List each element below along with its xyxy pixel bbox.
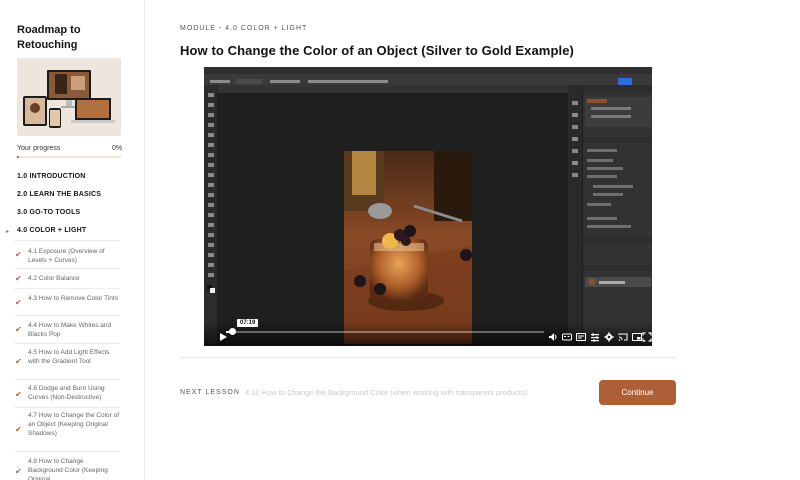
video-seek-bar[interactable]	[226, 331, 544, 333]
next-lesson-label: NEXT LESSON	[180, 389, 240, 396]
sidebar-lesson-label: 4.5 How to Add Light Effects with the Gr…	[28, 349, 110, 365]
sidebar-lesson-4-5[interactable]: ✔ 4.5 How to Add Light Effects with the …	[14, 343, 120, 379]
course-sidebar: Roadmap to Retouching Your progress 0% 1…	[0, 0, 145, 480]
page-title: How to Change the Color of an Object (Si…	[180, 43, 574, 58]
sidebar-lesson-label: 4.8 How to Change Background Color (Keep…	[28, 458, 108, 480]
course-thumbnail	[17, 58, 121, 136]
progress-percent: 0%	[112, 145, 123, 152]
cast-icon[interactable]	[618, 329, 628, 346]
section-go-to-tools[interactable]: 3.0 GO-TO TOOLS	[17, 209, 80, 216]
section-color-light[interactable]: 4.0 COLOR + LIGHT	[17, 227, 86, 234]
sidebar-lesson-label: 4.4 How to Make Whites and Blacks Pop	[28, 322, 112, 338]
check-icon: ✔	[15, 390, 22, 399]
picture-in-picture-icon[interactable]	[632, 329, 642, 346]
sidebar-lesson-label: 4.6 Dodge and Burn Using Curves (Non-Des…	[28, 385, 105, 401]
sidebar-lesson-label: 4.7 How to Change the Color of an Object…	[28, 412, 120, 437]
video-frame-options-bar	[204, 74, 652, 87]
active-section-marker-icon: ▸	[6, 229, 10, 235]
fullscreen-icon[interactable]	[642, 329, 652, 346]
check-icon: ✔	[15, 357, 22, 366]
video-frame-panels	[582, 85, 652, 346]
check-icon: ✔	[15, 250, 22, 259]
video-frame-icon-strip	[568, 85, 582, 346]
sidebar-lesson-label: 4.2 Color Balance	[28, 275, 80, 282]
module-label: MODULE - 4.0 COLOR + LIGHT	[180, 25, 308, 32]
section-introduction[interactable]: 1.0 INTRODUCTION	[17, 173, 86, 180]
captions-icon[interactable]	[562, 329, 572, 346]
sidebar-lesson-4-4[interactable]: ✔ 4.4 How to Make Whites and Blacks Pop	[14, 315, 120, 343]
video-frame-toolbar	[204, 85, 218, 346]
video-frame-tab-bar	[218, 85, 568, 93]
sidebar-lesson-4-7[interactable]: ✔ 4.7 How to Change the Color of an Obje…	[14, 407, 120, 451]
sidebar-lesson-4-2[interactable]: ✔ 4.2 Color Balance	[14, 268, 120, 288]
speed-icon[interactable]	[590, 329, 600, 346]
check-icon: ✔	[15, 325, 22, 334]
section-learn-the-basics[interactable]: 2.0 LEARN THE BASICS	[17, 191, 101, 198]
content-divider	[180, 357, 676, 358]
check-icon: ✔	[15, 298, 22, 307]
sidebar-lesson-label: 4.1 Exposure (Overview of Levels + Curve…	[28, 248, 105, 264]
progress-bar	[17, 156, 121, 158]
play-icon[interactable]	[218, 329, 228, 346]
sidebar-lesson-4-1[interactable]: ✔ 4.1 Exposure (Overview of Levels + Cur…	[14, 240, 120, 268]
sidebar-lesson-label: 4.3 How to Remove Color Tints	[28, 295, 118, 302]
video-frame-menubar	[204, 67, 652, 80]
video-seek-handle[interactable]	[228, 328, 236, 335]
next-lesson-link[interactable]: 4.10 How to Change the Background Color …	[245, 388, 527, 397]
video-frame-canvas	[218, 93, 568, 346]
volume-icon[interactable]	[548, 329, 558, 346]
check-icon: ✔	[15, 425, 22, 434]
video-time-tooltip: 07:19	[237, 319, 259, 327]
video-player[interactable]: 07:19	[204, 67, 652, 346]
cocktail-photo	[344, 151, 472, 344]
continue-button[interactable]: Continue	[599, 380, 676, 405]
settings-gear-icon[interactable]	[604, 329, 614, 346]
progress-bar-fill	[17, 156, 20, 158]
check-icon: ✔	[15, 274, 22, 283]
course-title: Roadmap to Retouching	[17, 24, 81, 51]
progress-label: Your progress	[17, 145, 61, 152]
sidebar-lesson-4-6[interactable]: ✔ 4.6 Dodge and Burn Using Curves (Non-D…	[14, 379, 120, 407]
sidebar-lesson-4-8[interactable]: ✔ 4.8 How to Change Background Color (Ke…	[14, 451, 120, 480]
sidebar-lesson-4-3[interactable]: ✔ 4.3 How to Remove Color Tints	[14, 288, 120, 315]
chapters-icon[interactable]	[576, 329, 586, 346]
check-icon: ✔	[15, 467, 22, 476]
